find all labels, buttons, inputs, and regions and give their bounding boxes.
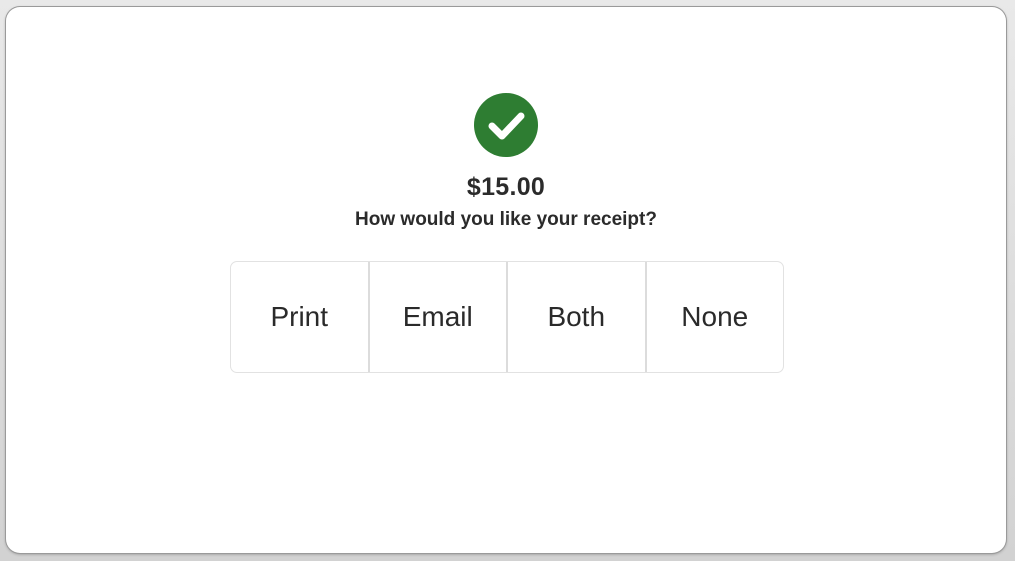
receipt-screen: $15.00 How would you like your receipt? …	[6, 7, 1006, 553]
both-button[interactable]: Both	[508, 262, 647, 372]
checkmark-icon	[488, 112, 525, 140]
email-button[interactable]: Email	[370, 262, 508, 372]
none-button[interactable]: None	[647, 262, 784, 372]
device-frame: $15.00 How would you like your receipt? …	[0, 0, 1015, 561]
payment-amount: $15.00	[466, 173, 546, 201]
receipt-options: Print Email Both None	[230, 261, 784, 373]
checkmark-circle-icon	[474, 93, 538, 157]
receipt-prompt: How would you like your receipt?	[355, 209, 657, 230]
print-button[interactable]: Print	[231, 262, 370, 372]
